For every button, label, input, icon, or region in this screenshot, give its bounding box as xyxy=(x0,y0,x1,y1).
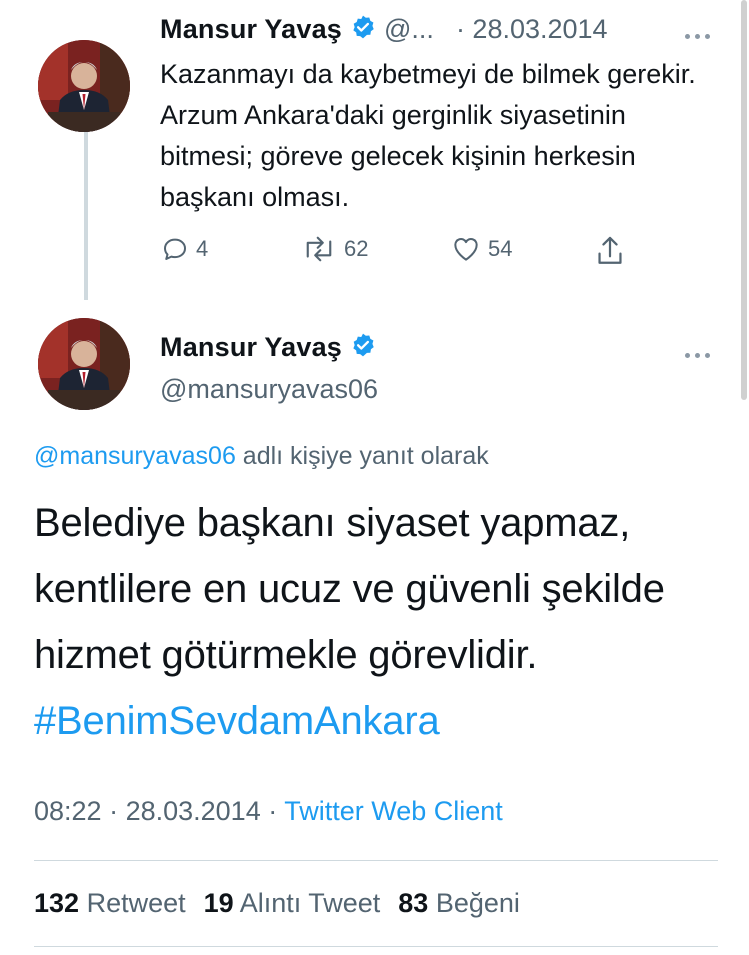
likes-stat[interactable]: 83 Beğeni xyxy=(398,888,520,919)
divider xyxy=(34,946,718,947)
like-count: 54 xyxy=(488,236,513,261)
like-icon xyxy=(454,238,478,261)
reply-context: @mansuryavas06 adlı kişiye yanıt olarak xyxy=(34,442,489,471)
retweets-stat[interactable]: 132 Retweet xyxy=(34,888,186,919)
share-icon xyxy=(598,236,622,264)
tweet-meta: 08:22 · 28.03.2014 · Twitter Web Client xyxy=(34,796,503,827)
retweet-label: Retweet xyxy=(86,888,186,918)
reply-to-suffix: adlı kişiye yanıt olarak xyxy=(235,442,489,470)
avatar[interactable] xyxy=(38,318,130,410)
more-icon[interactable] xyxy=(685,345,715,358)
author-handle[interactable]: @... xyxy=(384,14,434,45)
quote-total: 19 xyxy=(203,888,234,918)
retweet-count: 62 xyxy=(344,236,369,261)
tweet-date[interactable]: · 28.03.2014 · xyxy=(102,796,285,826)
thread-line xyxy=(84,132,88,300)
like-total: 83 xyxy=(398,888,429,918)
quotes-stat[interactable]: 19 Alıntı Tweet xyxy=(204,888,381,919)
author-handle[interactable]: @mansuryavas06 xyxy=(160,374,378,405)
divider xyxy=(34,860,718,861)
tweet-text: Belediye başkanı siyaset yapmaz, kentlil… xyxy=(34,490,734,754)
like-label: Beğeni xyxy=(435,888,520,918)
reply-to-link[interactable]: @mansuryavas06 xyxy=(34,442,236,470)
quote-label: Alıntı Tweet xyxy=(239,888,381,918)
avatar-photo xyxy=(38,318,130,410)
verified-badge-icon xyxy=(350,332,376,363)
engagement-stats: 132 Retweet 19 Alıntı Tweet 83 Beğeni xyxy=(34,888,520,919)
like-button[interactable]: 54 xyxy=(450,234,512,264)
tweet-text: Kazanmayı da kaybetmeyi de bilmek gereki… xyxy=(160,59,696,212)
more-icon[interactable] xyxy=(685,26,715,39)
scrollbar[interactable] xyxy=(741,0,747,400)
tweet-body: Belediye başkanı siyaset yapmaz, kentlil… xyxy=(34,501,665,677)
retweet-button[interactable]: 62 xyxy=(300,234,368,264)
reply-count: 4 xyxy=(196,236,209,261)
share-button[interactable] xyxy=(594,234,626,273)
client-link[interactable]: Twitter Web Client xyxy=(284,796,503,826)
author-name[interactable]: Mansur Yavaş xyxy=(160,332,342,363)
avatar[interactable] xyxy=(38,40,130,132)
verified-badge-icon xyxy=(350,14,376,45)
hashtag-link[interactable]: #BenimSevdamAnkara xyxy=(34,699,440,743)
retweet-total: 132 xyxy=(34,888,80,918)
retweet-icon xyxy=(306,236,332,262)
reply-button[interactable]: 4 xyxy=(160,234,208,264)
avatar-photo xyxy=(38,40,130,132)
author-name[interactable]: Mansur Yavaş xyxy=(160,14,342,45)
reply-icon xyxy=(164,238,186,260)
tweet-time[interactable]: 08:22 xyxy=(34,796,102,826)
tweet-date[interactable]: · 28.03.2014 xyxy=(456,14,608,45)
